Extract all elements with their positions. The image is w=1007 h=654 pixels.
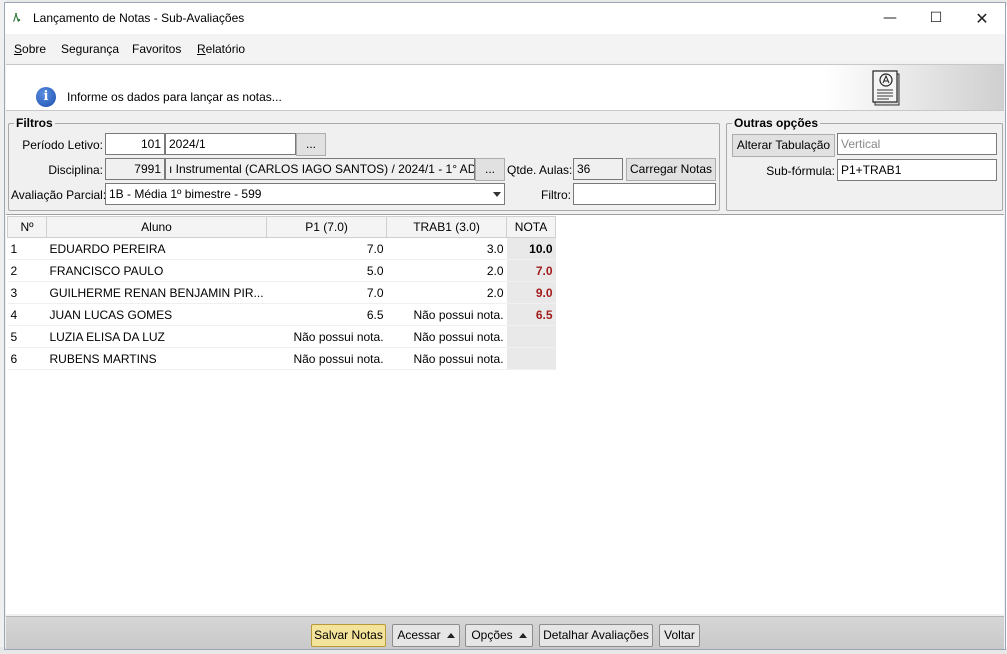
menu-bar: Sobre Segurança Favoritos Relatório: [5, 34, 1005, 62]
grid-header-row: Nº Aluno P1 (7.0) TRAB1 (3.0) NOTA: [7, 216, 557, 238]
row-trab1[interactable]: 2.0: [386, 259, 507, 282]
row-nota[interactable]: [506, 347, 556, 370]
outras-opcoes-title: Outras opções: [732, 116, 821, 130]
disciplina-label: Disciplina:: [48, 163, 103, 177]
row-p1[interactable]: Não possui nota.: [266, 347, 387, 370]
menu-favoritos[interactable]: Favoritos: [132, 42, 181, 56]
row-aluno[interactable]: FRANCISCO PAULO: [46, 259, 267, 282]
row-aluno[interactable]: JUAN LUCAS GOMES: [46, 303, 267, 326]
info-message: Informe os dados para lançar as notas...: [67, 90, 282, 104]
col-aluno[interactable]: Aluno: [45, 216, 268, 238]
table-row[interactable]: 3 GUILHERME RENAN BENJAMIN PIR... 7.0 2.0 9.…: [7, 281, 556, 304]
row-number[interactable]: 6: [7, 347, 47, 370]
qtde-aulas-label: Qtde. Aulas:: [507, 163, 573, 177]
row-aluno[interactable]: EDUARDO PEREIRA: [46, 237, 267, 260]
chevron-down-icon: [493, 192, 501, 197]
filtro-input[interactable]: [573, 183, 716, 205]
detalhar-avaliacoes-button[interactable]: Detalhar Avaliações: [539, 624, 653, 647]
menu-relatorio[interactable]: Relatório: [197, 42, 245, 56]
notas-grid: Nº Aluno P1 (7.0) TRAB1 (3.0) NOTA 1 EDUA…: [7, 216, 557, 370]
row-nota[interactable]: [506, 325, 556, 348]
table-row[interactable]: 5 LUZIA ELISA DA LUZ Não possui nota. Não p…: [7, 325, 556, 348]
subformula-label: Sub-fórmula:: [766, 164, 835, 178]
minimize-button[interactable]: —: [867, 3, 913, 34]
row-trab1[interactable]: Não possui nota.: [386, 325, 507, 348]
opcoes-button[interactable]: Opções: [465, 624, 533, 647]
row-number[interactable]: 3: [7, 281, 47, 304]
notas-grid-panel: Nº Aluno P1 (7.0) TRAB1 (3.0) NOTA 1 EDUA…: [6, 214, 1004, 614]
bottom-toolbar: Salvar Notas Acessar Opções Detalhar Ava…: [6, 616, 1004, 649]
triangle-up-icon: [518, 633, 527, 638]
main-window: /\. Lançamento de Notas - Sub-Avaliações…: [4, 2, 1006, 650]
window-title: Lançamento de Notas - Sub-Avaliações: [33, 11, 245, 25]
app-logo-icon: /\.: [13, 11, 21, 24]
subformula-field[interactable]: P1+TRAB1: [837, 159, 997, 181]
col-trab1[interactable]: TRAB1 (3.0): [386, 216, 508, 238]
row-nota[interactable]: 6.5: [506, 303, 556, 326]
alterar-tabulacao-button[interactable]: Alterar Tabulação: [732, 134, 835, 157]
row-aluno[interactable]: LUZIA ELISA DA LUZ: [46, 325, 267, 348]
periodo-value-field[interactable]: 2024/1: [165, 133, 296, 155]
maximize-button[interactable]: ☐: [913, 3, 959, 34]
disciplina-browse-button[interactable]: ...: [475, 158, 505, 181]
disciplina-value-field[interactable]: ı Instrumental (CARLOS IAGO SANTOS) / 20…: [165, 158, 475, 180]
row-trab1[interactable]: 3.0: [386, 237, 507, 260]
document-signature-icon: [872, 70, 900, 106]
table-row[interactable]: 1 EDUARDO PEREIRA 7.0 3.0 10.0: [7, 237, 556, 260]
carregar-notas-button[interactable]: Carregar Notas: [626, 158, 716, 181]
col-p1[interactable]: P1 (7.0): [266, 216, 388, 238]
menu-sobre[interactable]: Sobre: [14, 42, 46, 56]
row-nota[interactable]: 7.0: [506, 259, 556, 282]
row-number[interactable]: 1: [7, 237, 47, 260]
row-aluno[interactable]: RUBENS MARTINS: [46, 347, 267, 370]
row-trab1[interactable]: Não possui nota.: [386, 303, 507, 326]
row-number[interactable]: 4: [7, 303, 47, 326]
info-banner: i Informe os dados para lançar as notas.…: [6, 64, 1004, 111]
filtro-label: Filtro:: [541, 188, 571, 202]
row-p1[interactable]: Não possui nota.: [266, 325, 387, 348]
info-icon: i: [36, 87, 56, 107]
triangle-up-icon: [446, 633, 455, 638]
row-nota[interactable]: 9.0: [506, 281, 556, 304]
title-bar[interactable]: /\. Lançamento de Notas - Sub-Avaliações…: [5, 3, 1005, 34]
row-p1[interactable]: 7.0: [266, 237, 387, 260]
row-p1[interactable]: 5.0: [266, 259, 387, 282]
table-row[interactable]: 2 FRANCISCO PAULO 5.0 2.0 7.0: [7, 259, 556, 282]
tabulacao-field[interactable]: Vertical: [837, 133, 997, 155]
qtde-aulas-field[interactable]: 36: [573, 158, 623, 180]
close-button[interactable]: ✕: [959, 3, 1005, 34]
row-trab1[interactable]: Não possui nota.: [386, 347, 507, 370]
periodo-label: Período Letivo:: [22, 138, 103, 152]
col-nota[interactable]: NOTA: [506, 216, 557, 238]
row-nota[interactable]: 10.0: [506, 237, 556, 260]
table-row[interactable]: 4 JUAN LUCAS GOMES 6.5 Não possui nota. 6.5: [7, 303, 556, 326]
periodo-code-field[interactable]: 101: [105, 133, 165, 155]
col-numero[interactable]: Nº: [7, 216, 47, 238]
periodo-browse-button[interactable]: ...: [296, 133, 326, 156]
row-aluno[interactable]: GUILHERME RENAN BENJAMIN PIR...: [46, 281, 267, 304]
acessar-button[interactable]: Acessar: [392, 624, 460, 647]
row-trab1[interactable]: 2.0: [386, 281, 507, 304]
voltar-button[interactable]: Voltar: [659, 624, 700, 647]
row-p1[interactable]: 7.0: [266, 281, 387, 304]
menu-seguranca[interactable]: Segurança: [61, 42, 119, 56]
filtros-title: Filtros: [14, 116, 55, 130]
row-number[interactable]: 5: [7, 325, 47, 348]
table-row[interactable]: 6 RUBENS MARTINS Não possui nota. Não possu…: [7, 347, 556, 370]
disciplina-code-field[interactable]: 7991: [105, 158, 165, 180]
avaliacao-parcial-select[interactable]: 1B - Média 1º bimestre - 599: [105, 183, 505, 205]
row-number[interactable]: 2: [7, 259, 47, 282]
row-p1[interactable]: 6.5: [266, 303, 387, 326]
avaliacao-parcial-label: Avaliação Parcial:: [11, 188, 107, 202]
salvar-notas-button[interactable]: Salvar Notas: [311, 624, 386, 647]
